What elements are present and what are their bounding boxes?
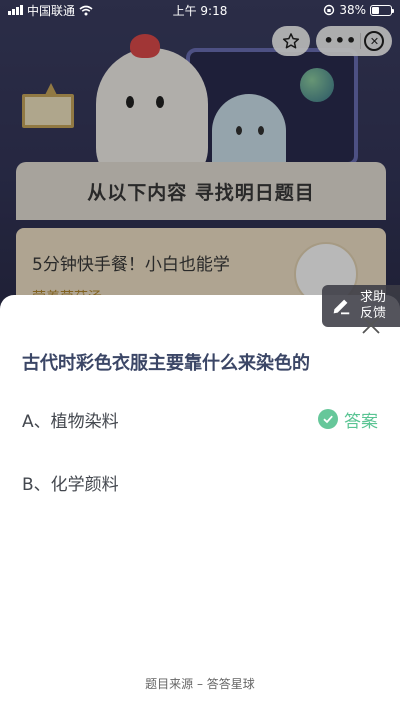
check-circle-icon bbox=[318, 409, 338, 429]
status-left: 中国联通 bbox=[8, 2, 93, 19]
background-scene: ••• ✕ 从以下内容 寻找明日题目 5分钟快手餐！小白也能学 营养菌菇汤 bbox=[0, 0, 400, 320]
option-b[interactable]: B、化学颜料 bbox=[0, 462, 400, 502]
wifi-icon bbox=[79, 5, 93, 15]
pencil-icon bbox=[333, 299, 350, 315]
battery-icon bbox=[370, 4, 394, 16]
signal-strength-icon bbox=[8, 5, 23, 15]
answer-tag: 答案 bbox=[318, 407, 378, 432]
quiz-sheet: 古代时彩色衣服主要靠什么来染色的 A、植物染料 答案 B、化学颜料 题目来源 –… bbox=[0, 295, 400, 711]
question-source: 题目来源 – 答答星球 bbox=[145, 677, 255, 691]
status-bar: 中国联通 上午 9:18 38% bbox=[0, 0, 400, 20]
option-b-label: B、化学颜料 bbox=[22, 474, 119, 495]
carrier-label: 中国联通 bbox=[27, 3, 76, 18]
status-right: 38% bbox=[323, 3, 394, 17]
overlay-dim bbox=[0, 0, 400, 320]
answer-label: 答案 bbox=[344, 411, 378, 432]
battery-level-fill bbox=[372, 6, 379, 14]
quiz-question: 古代时彩色衣服主要靠什么来染色的 bbox=[22, 353, 310, 374]
help-label-line1: 求助 bbox=[360, 290, 387, 305]
option-a-label: A、植物染料 bbox=[22, 411, 119, 432]
option-a[interactable]: A、植物染料 答案 bbox=[0, 399, 400, 439]
battery-percent: 38% bbox=[339, 3, 366, 17]
close-x-icon[interactable] bbox=[360, 314, 382, 336]
orientation-lock-icon bbox=[324, 4, 335, 16]
